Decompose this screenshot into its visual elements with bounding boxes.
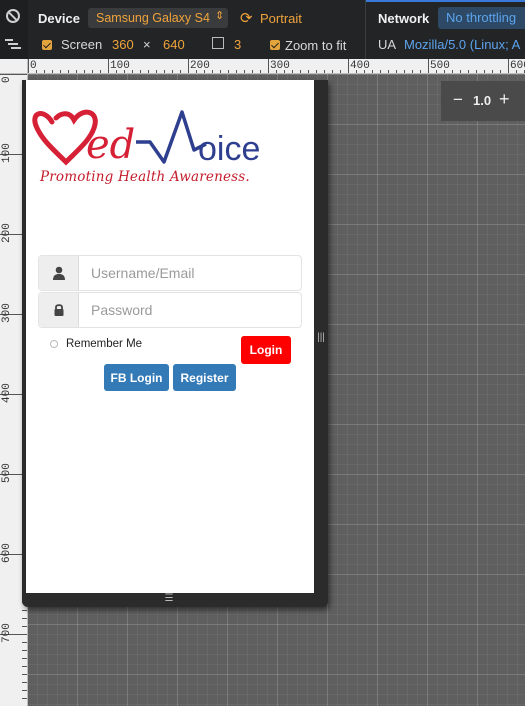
ruler-top-label: 500 — [430, 60, 450, 72]
remember-me[interactable]: Remember Me — [50, 338, 142, 350]
zoom-to-fit-checkbox[interactable] — [270, 40, 280, 50]
dpr-value[interactable]: 3 — [234, 37, 241, 52]
device-viewport: ed oice Promoting Health Awareness. Reme… — [26, 80, 314, 593]
screen-label: Screen — [61, 37, 103, 52]
svg-text:oice: oice — [198, 130, 260, 168]
ruler-left-label: 600 — [1, 543, 13, 563]
ruler-top-label: 300 — [270, 60, 290, 72]
toolbar-row-1: Device Samsung Galaxy S4 ⇕ ⟳ Portrait Ne… — [28, 0, 525, 59]
ruler-corner — [0, 59, 28, 74]
ruler-left-label: 700 — [1, 623, 13, 643]
register-button[interactable]: Register — [173, 364, 236, 391]
resize-handle-vertical[interactable]: ||| — [316, 332, 326, 344]
ua-label: UA — [378, 37, 397, 52]
ruler-left-label: 300 — [1, 303, 13, 323]
network-label: Network — [378, 11, 430, 26]
fb-login-button[interactable]: FB Login — [104, 364, 169, 391]
medvoice-logo: ed oice — [32, 109, 260, 168]
ruler-top-label: 100 — [110, 60, 130, 72]
disable-device-mode-icon[interactable] — [6, 9, 20, 23]
select-arrows-icon: ⇕ — [215, 10, 225, 22]
screen-height[interactable]: 640 — [163, 37, 185, 52]
zoom-value: 1.0 — [473, 93, 492, 108]
screen-times: × — [143, 37, 151, 52]
throttling-select[interactable]: No throttling — [438, 7, 525, 29]
screen-checkbox[interactable] — [42, 40, 52, 50]
throttling-value: No throttling — [446, 10, 517, 25]
screen-width[interactable]: 360 — [112, 37, 134, 52]
zoom-out-button[interactable]: − — [453, 90, 463, 110]
ruler-top-label: 0 — [30, 60, 37, 72]
ruler-top: 0 100 200 300 400 500 600 — [28, 59, 525, 74]
ruler-top-label: 400 — [350, 60, 370, 72]
remember-me-label: Remember Me — [66, 338, 143, 350]
remember-me-radio[interactable] — [50, 340, 58, 348]
password-input[interactable] — [91, 293, 296, 327]
zoom-to-fit-label: Zoom to fit — [285, 38, 347, 53]
login-button[interactable]: Login — [241, 336, 291, 364]
ruler-top-label: 600 — [510, 60, 525, 72]
toolbar-sidebar — [0, 0, 28, 59]
toolbar-row-2: Screen 360 × 640 3 Zoom to fit UA Mozill… — [28, 34, 525, 59]
media-queries-icon[interactable] — [5, 39, 21, 49]
ruler-left-label: 0 — [1, 76, 13, 83]
ruler-left-label: 400 — [1, 383, 13, 403]
device-pixel-ratio-icon — [212, 37, 224, 49]
user-icon — [39, 256, 79, 290]
device-label: Device — [38, 11, 80, 26]
devtools-device-mode: Device Samsung Galaxy S4 ⇕ ⟳ Portrait Ne… — [0, 0, 525, 706]
device-select[interactable]: Samsung Galaxy S4 ⇕ — [88, 8, 228, 28]
resize-handle-horizontal[interactable]: ☰ — [162, 593, 176, 605]
ruler-top-label: 200 — [190, 60, 210, 72]
tagline: Promoting Health Awareness. — [40, 169, 250, 185]
zoom-in-button[interactable]: + — [499, 89, 510, 110]
ua-value[interactable]: Mozilla/5.0 (Linux; A — [404, 37, 525, 52]
password-field — [38, 292, 302, 328]
rotate-icon[interactable]: ⟳ — [240, 9, 253, 27]
network-accent — [366, 0, 525, 2]
username-field — [38, 255, 302, 291]
device-select-value: Samsung Galaxy S4 — [96, 11, 210, 25]
device-toolbar: Device Samsung Galaxy S4 ⇕ ⟳ Portrait Ne… — [0, 0, 525, 59]
orientation-label[interactable]: Portrait — [260, 11, 302, 26]
ruler-left-label: 100 — [1, 143, 13, 163]
ruler-left-label: 200 — [1, 223, 13, 243]
lock-icon — [39, 293, 79, 327]
username-input[interactable] — [91, 256, 296, 290]
zoom-control: − 1.0 + — [441, 81, 525, 121]
svg-text:ed: ed — [86, 122, 135, 168]
ruler-left-label: 500 — [1, 463, 13, 483]
